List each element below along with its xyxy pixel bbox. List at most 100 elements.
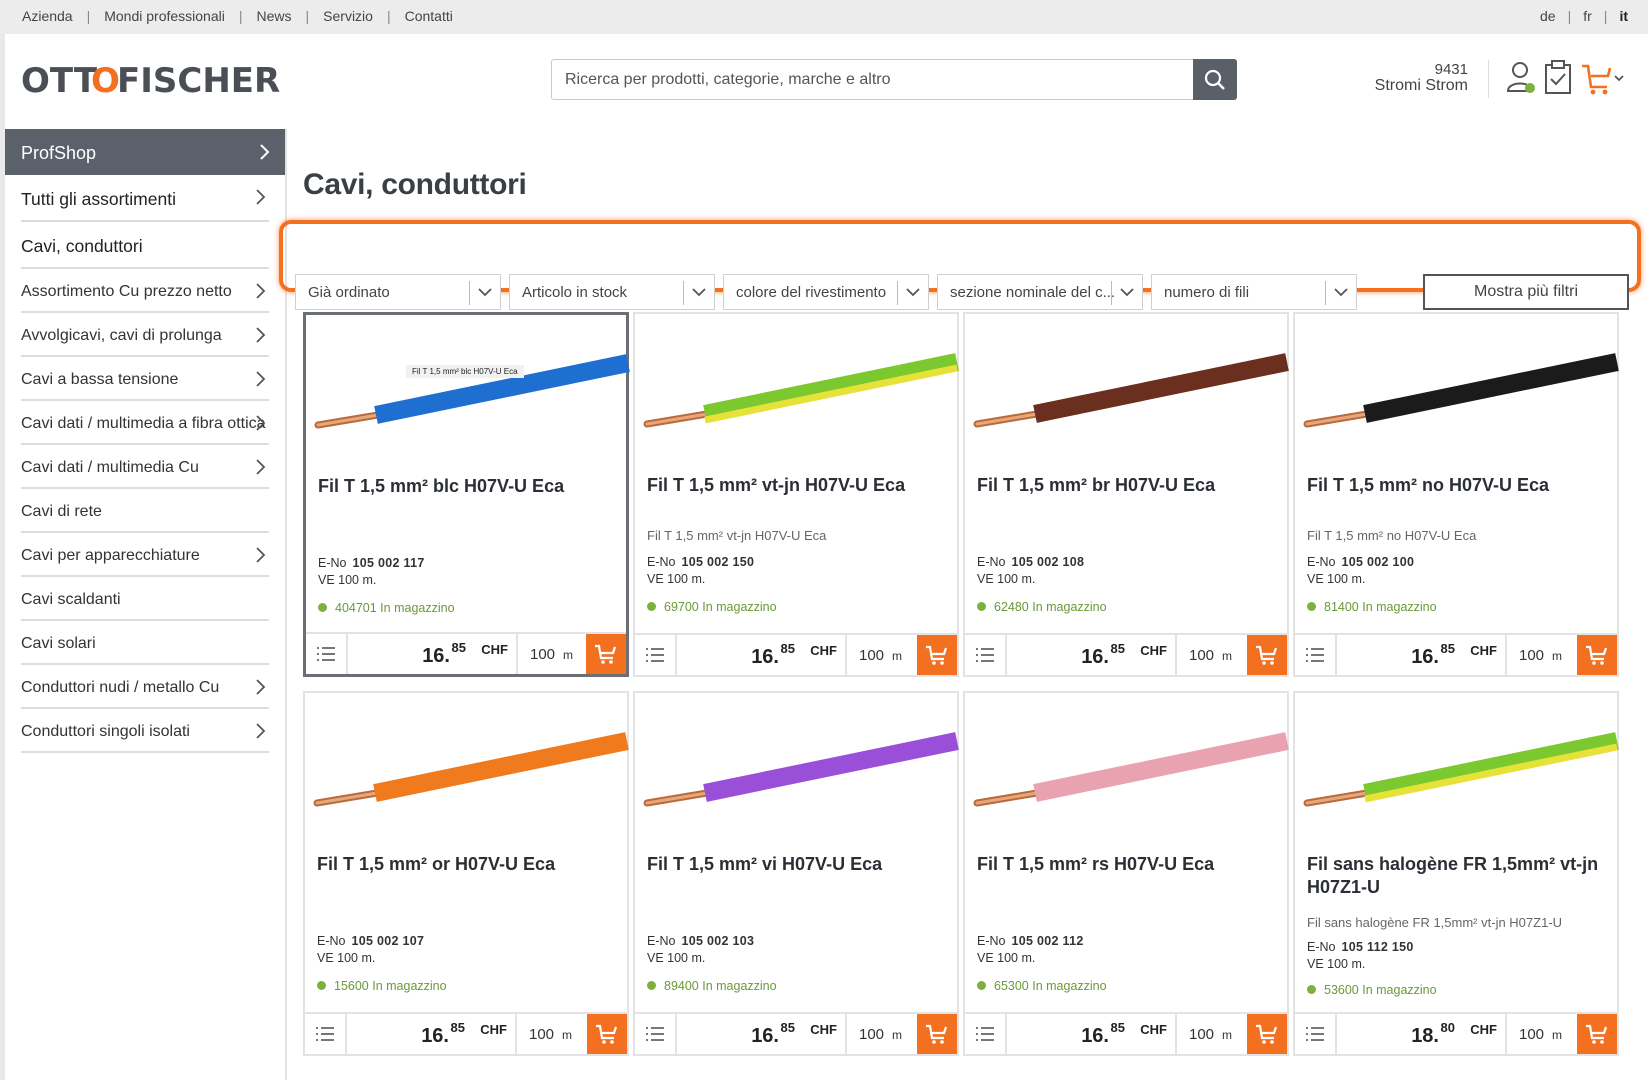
product-name[interactable]: Fil T 1,5 mm² or H07V-U Eca bbox=[317, 853, 617, 876]
sidebar-head-profshop[interactable]: ProfShop bbox=[5, 129, 285, 175]
top-link-news[interactable]: News bbox=[257, 8, 292, 24]
list-icon bbox=[1306, 1027, 1324, 1041]
customer-info[interactable]: 9431 Stromi Strom bbox=[1375, 62, 1468, 94]
product-footer: 16. 85 CHF 100 m bbox=[635, 633, 957, 675]
add-to-list-button[interactable] bbox=[1295, 635, 1337, 675]
product-eno: E-No 105 002 100 VE 100 m. bbox=[1307, 555, 1415, 586]
product-image[interactable] bbox=[965, 693, 1291, 853]
quantity-input[interactable]: 100 m bbox=[859, 647, 902, 664]
filter-dropdown[interactable]: colore del rivestimento bbox=[723, 274, 929, 310]
search-button[interactable] bbox=[1193, 59, 1237, 100]
filter-dropdown[interactable]: Già ordinato bbox=[295, 274, 501, 310]
product-card[interactable]: Fil T 1,5 mm² vt-jn H07V-U Eca Fil T 1,5 … bbox=[633, 312, 959, 677]
add-to-list-button[interactable] bbox=[305, 1014, 347, 1054]
sidebar-item-label: Cavi a bassa tensione bbox=[21, 371, 179, 388]
product-image[interactable] bbox=[1295, 693, 1621, 853]
lang-de[interactable]: de bbox=[1540, 8, 1556, 24]
sidebar-item[interactable]: Cavi dati / multimedia a fibra ottica bbox=[21, 401, 269, 445]
product-footer: 18. 80 CHF 100 m bbox=[1295, 1012, 1617, 1054]
stock-status: 65300 In magazzino bbox=[977, 979, 1107, 993]
sidebar-item[interactable]: Tutti gli assortimenti bbox=[21, 175, 269, 222]
top-link-contatti[interactable]: Contatti bbox=[405, 8, 453, 24]
sidebar-item[interactable]: Cavi, conduttori bbox=[21, 222, 269, 269]
product-card[interactable]: Fil T 1,5 mm² rs H07V-U Eca E-No 105 002 1… bbox=[963, 691, 1289, 1056]
top-link-mondi[interactable]: Mondi professionali bbox=[104, 8, 225, 24]
product-eno: E-No 105 112 150 VE 100 m. bbox=[1307, 940, 1414, 971]
quantity-input[interactable]: 100 m bbox=[859, 1026, 902, 1043]
add-to-cart-button[interactable] bbox=[1577, 635, 1617, 675]
product-eno: E-No 105 002 107 VE 100 m. bbox=[317, 934, 425, 965]
product-name[interactable]: Fil T 1,5 mm² rs H07V-U Eca bbox=[977, 853, 1277, 876]
list-icon bbox=[976, 648, 994, 662]
add-to-cart-button[interactable] bbox=[587, 1014, 627, 1054]
sidebar-item[interactable]: Avvolgicavi, cavi di prolunga bbox=[21, 313, 269, 357]
add-to-list-button[interactable] bbox=[1295, 1014, 1337, 1054]
add-to-cart-button[interactable] bbox=[1577, 1014, 1617, 1054]
sidebar-item[interactable]: Conduttori singoli isolati bbox=[21, 709, 269, 753]
quantity-input[interactable]: 100 m bbox=[1189, 647, 1232, 664]
filter-dropdown[interactable]: sezione nominale del c... bbox=[937, 274, 1143, 310]
product-card[interactable]: Fil T 1,5 mm² or H07V-U Eca E-No 105 002 1… bbox=[303, 691, 629, 1056]
add-to-cart-button[interactable] bbox=[1247, 1014, 1287, 1054]
stock-status: 53600 In magazzino bbox=[1307, 983, 1437, 997]
sidebar-item[interactable]: Cavi a bassa tensione bbox=[21, 357, 269, 401]
product-image[interactable] bbox=[306, 315, 632, 475]
product-image[interactable] bbox=[965, 314, 1291, 474]
user-icon[interactable] bbox=[1504, 57, 1538, 97]
add-to-list-button[interactable] bbox=[306, 634, 348, 674]
image-caption: Fil T 1,5 mm² blc H07V-U Eca bbox=[406, 365, 524, 378]
search-input[interactable]: Ricerca per prodotti, categorie, marche … bbox=[565, 71, 890, 89]
product-card[interactable]: Fil T 1,5 mm² vi H07V-U Eca E-No 105 002 1… bbox=[633, 691, 959, 1056]
svg-text:O: O bbox=[91, 61, 120, 99]
page-title: Cavi, conduttori bbox=[303, 168, 527, 201]
ottofischer-logo[interactable]: OTT O FISCHER bbox=[21, 59, 281, 99]
sidebar-item[interactable]: Cavi di rete bbox=[21, 489, 269, 533]
sidebar-head-label: ProfShop bbox=[21, 143, 97, 163]
top-link-azienda[interactable]: Azienda bbox=[22, 8, 73, 24]
product-image[interactable] bbox=[1295, 314, 1621, 474]
product-card[interactable]: Fil T 1,5 mm² blc H07V-U Eca Fil T 1,5 mm… bbox=[303, 312, 632, 677]
quantity-input[interactable]: 100 m bbox=[529, 1026, 572, 1043]
product-name[interactable]: Fil T 1,5 mm² no H07V-U Eca bbox=[1307, 474, 1607, 497]
product-image[interactable] bbox=[635, 693, 961, 853]
sidebar-item[interactable]: Cavi scaldanti bbox=[21, 577, 269, 621]
sidebar-item[interactable]: Cavi dati / multimedia Cu bbox=[21, 445, 269, 489]
add-to-list-button[interactable] bbox=[635, 635, 677, 675]
search-bar[interactable]: Ricerca per prodotti, categorie, marche … bbox=[551, 59, 1237, 100]
sidebar-item[interactable]: Conduttori nudi / metallo Cu bbox=[21, 665, 269, 709]
add-to-cart-button[interactable] bbox=[1247, 635, 1287, 675]
filter-dropdown[interactable]: numero di fili bbox=[1151, 274, 1357, 310]
lang-it[interactable]: it bbox=[1619, 8, 1628, 24]
product-card[interactable]: Fil T 1,5 mm² no H07V-U Eca Fil T 1,5 mm²… bbox=[1293, 312, 1619, 677]
product-image[interactable] bbox=[305, 693, 631, 853]
sidebar-item[interactable]: Cavi per apparecchiature bbox=[21, 533, 269, 577]
add-to-cart-button[interactable] bbox=[586, 634, 626, 674]
add-to-list-button[interactable] bbox=[965, 1014, 1007, 1054]
cart-icon[interactable] bbox=[1579, 57, 1627, 97]
product-card[interactable]: Fil T 1,5 mm² br H07V-U Eca E-No 105 002 1… bbox=[963, 312, 1289, 677]
clipboard-icon[interactable] bbox=[1541, 57, 1575, 97]
quantity-input[interactable]: 100 m bbox=[530, 646, 573, 663]
list-icon bbox=[646, 1027, 664, 1041]
add-to-list-button[interactable] bbox=[965, 635, 1007, 675]
more-filters-button[interactable]: Mostra più filtri bbox=[1423, 274, 1629, 310]
chevron-down-icon bbox=[692, 288, 706, 297]
product-name[interactable]: Fil T 1,5 mm² vi H07V-U Eca bbox=[647, 853, 947, 876]
product-name[interactable]: Fil T 1,5 mm² br H07V-U Eca bbox=[977, 474, 1277, 497]
product-name[interactable]: Fil sans halogène FR 1,5mm² vt-jn H07Z1-… bbox=[1307, 853, 1607, 899]
top-link-servizio[interactable]: Servizio bbox=[323, 8, 373, 24]
quantity-input[interactable]: 100 m bbox=[1189, 1026, 1232, 1043]
quantity-input[interactable]: 100 m bbox=[1519, 1026, 1562, 1043]
sidebar-item[interactable]: Assortimento Cu prezzo netto bbox=[21, 269, 269, 313]
product-image[interactable] bbox=[635, 314, 961, 474]
add-to-cart-button[interactable] bbox=[917, 635, 957, 675]
lang-fr[interactable]: fr bbox=[1583, 8, 1592, 24]
add-to-cart-button[interactable] bbox=[917, 1014, 957, 1054]
product-name[interactable]: Fil T 1,5 mm² blc H07V-U Eca bbox=[318, 475, 618, 498]
add-to-list-button[interactable] bbox=[635, 1014, 677, 1054]
filter-dropdown[interactable]: Articolo in stock bbox=[509, 274, 715, 310]
quantity-input[interactable]: 100 m bbox=[1519, 647, 1562, 664]
product-card[interactable]: Fil sans halogène FR 1,5mm² vt-jn H07Z1-… bbox=[1293, 691, 1619, 1056]
sidebar-item[interactable]: Cavi solari bbox=[21, 621, 269, 665]
product-name[interactable]: Fil T 1,5 mm² vt-jn H07V-U Eca bbox=[647, 474, 947, 497]
